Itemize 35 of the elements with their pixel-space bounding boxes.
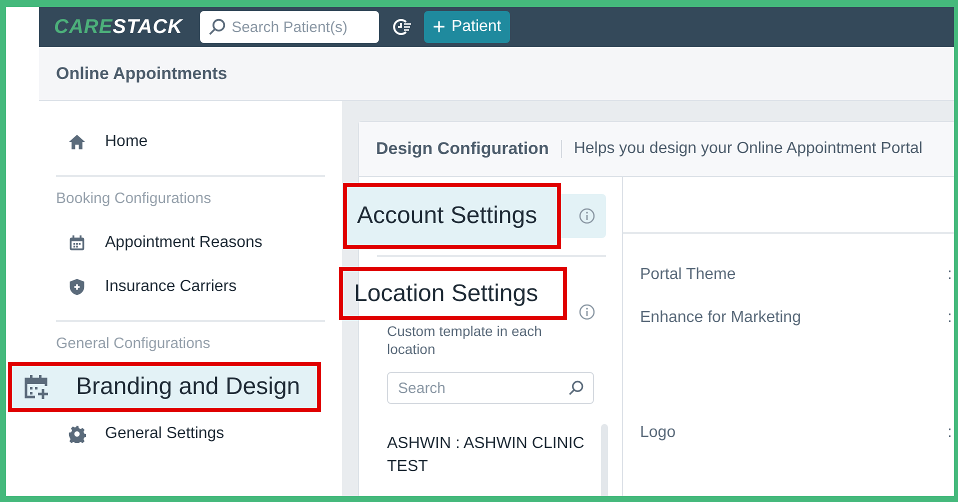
section-heading: General Configurations: [56, 334, 210, 354]
info-icon: [579, 208, 595, 224]
sidebar-item[interactable]: Appointment Reasons: [16, 221, 332, 265]
section-heading: Booking Configurations: [56, 188, 212, 209]
patient-search-field[interactable]: Search Patient(s): [200, 11, 379, 43]
field-label: Portal Theme: [640, 264, 736, 284]
sidebar-item[interactable]: General Settings: [16, 412, 332, 456]
card-description: Helps you design your Online Appointment Portal: [574, 139, 922, 159]
search-icon: [568, 380, 584, 396]
sidebar-item[interactable]: Branding and Design: [8, 362, 321, 412]
location-item[interactable]: ASHWIN : ASHWIN CLINIC TEST: [387, 424, 597, 478]
field-separator: :: [948, 308, 952, 328]
info-icon: [579, 304, 595, 320]
add-patient-button[interactable]: + Patient: [424, 11, 510, 43]
sidebar-item[interactable]: Home: [16, 120, 332, 164]
account-settings-label[interactable]: Account Settings: [343, 183, 561, 249]
shield-plus-icon: [68, 278, 86, 296]
logo[interactable]: CARESTACK: [54, 12, 183, 42]
calendar-icon: [68, 234, 86, 252]
account-settings-row[interactable]: [561, 194, 606, 238]
field-separator: :: [948, 264, 952, 284]
card-title: Design Configuration: [376, 138, 549, 160]
location-settings-label: Location Settings: [339, 267, 567, 320]
sidebar-item[interactable]: Insurance Carriers: [16, 265, 332, 309]
search-icon: [208, 18, 226, 36]
gear-icon: [68, 425, 86, 443]
clock-list-icon[interactable]: [392, 17, 412, 37]
location-search-field[interactable]: Search: [387, 372, 594, 404]
page-title: Online Appointments: [56, 62, 228, 85]
field-separator: :: [948, 422, 952, 442]
location-settings-description: Custom template in each location: [387, 322, 543, 358]
calendar-plus-icon: [22, 373, 50, 401]
field-label: Enhance for Marketing: [640, 308, 801, 328]
field-label: Logo: [640, 422, 676, 442]
home-icon: [68, 133, 86, 151]
